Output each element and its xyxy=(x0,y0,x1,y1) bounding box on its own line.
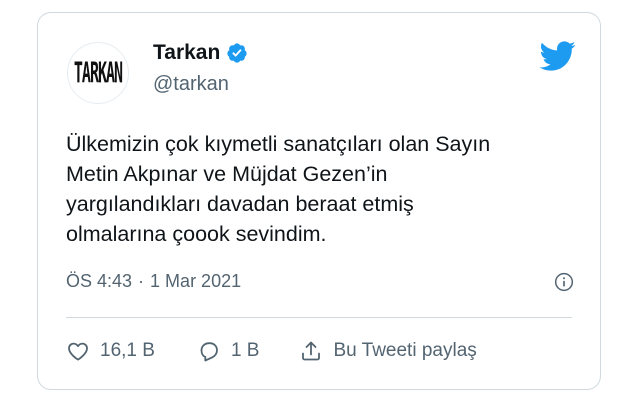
tweet-text-line: olmalarına çoook sevindim. xyxy=(66,222,327,246)
tweet-timestamp[interactable]: ÖS 4:43 · 1 Mar 2021 xyxy=(66,271,241,292)
share-icon xyxy=(302,341,321,361)
author-name-row: Tarkan xyxy=(153,41,248,65)
timestamp-separator: · xyxy=(138,271,145,291)
like-button[interactable]: 16,1 B xyxy=(66,339,155,363)
tweet-time: ÖS 4:43 xyxy=(66,271,133,291)
tweet-text: Ülkemizin çok kıymetli sanatçıları olan … xyxy=(66,129,546,249)
tweet-date: 1 Mar 2021 xyxy=(150,271,242,291)
tweet-text-line: Ülkemizin çok kıymetli sanatçıları olan … xyxy=(66,132,491,156)
author-handle[interactable]: @tarkan xyxy=(153,73,229,96)
avatar[interactable]: TARKAN xyxy=(67,42,129,104)
info-icon[interactable] xyxy=(554,272,574,292)
reply-button[interactable]: 1 B xyxy=(197,339,260,363)
verified-badge-icon xyxy=(227,43,247,63)
tweet-text-line: Metin Akpınar ve Müjdat Gezen’in xyxy=(66,162,388,186)
avatar-logo-text: TARKAN xyxy=(73,55,123,91)
heart-icon xyxy=(68,342,88,361)
reply-count: 1 B xyxy=(230,340,260,361)
tweet-text-line: yargılandıkları davadan beraat etmiş xyxy=(66,192,414,216)
twitter-bird-icon[interactable] xyxy=(538,40,576,72)
reply-icon xyxy=(200,342,218,362)
share-label: Bu Tweeti paylaş xyxy=(333,340,477,361)
like-count: 16,1 B xyxy=(100,340,155,361)
divider xyxy=(66,317,572,318)
tweet-card[interactable]: TARKAN Tarkan @tarkan Ülkemizin çok kıym… xyxy=(37,12,601,390)
share-button[interactable]: Bu Tweeti paylaş xyxy=(299,339,477,363)
display-name[interactable]: Tarkan xyxy=(153,41,220,65)
tweet-actions: 16,1 B 1 B Bu Tweeti paylaş xyxy=(66,339,477,363)
